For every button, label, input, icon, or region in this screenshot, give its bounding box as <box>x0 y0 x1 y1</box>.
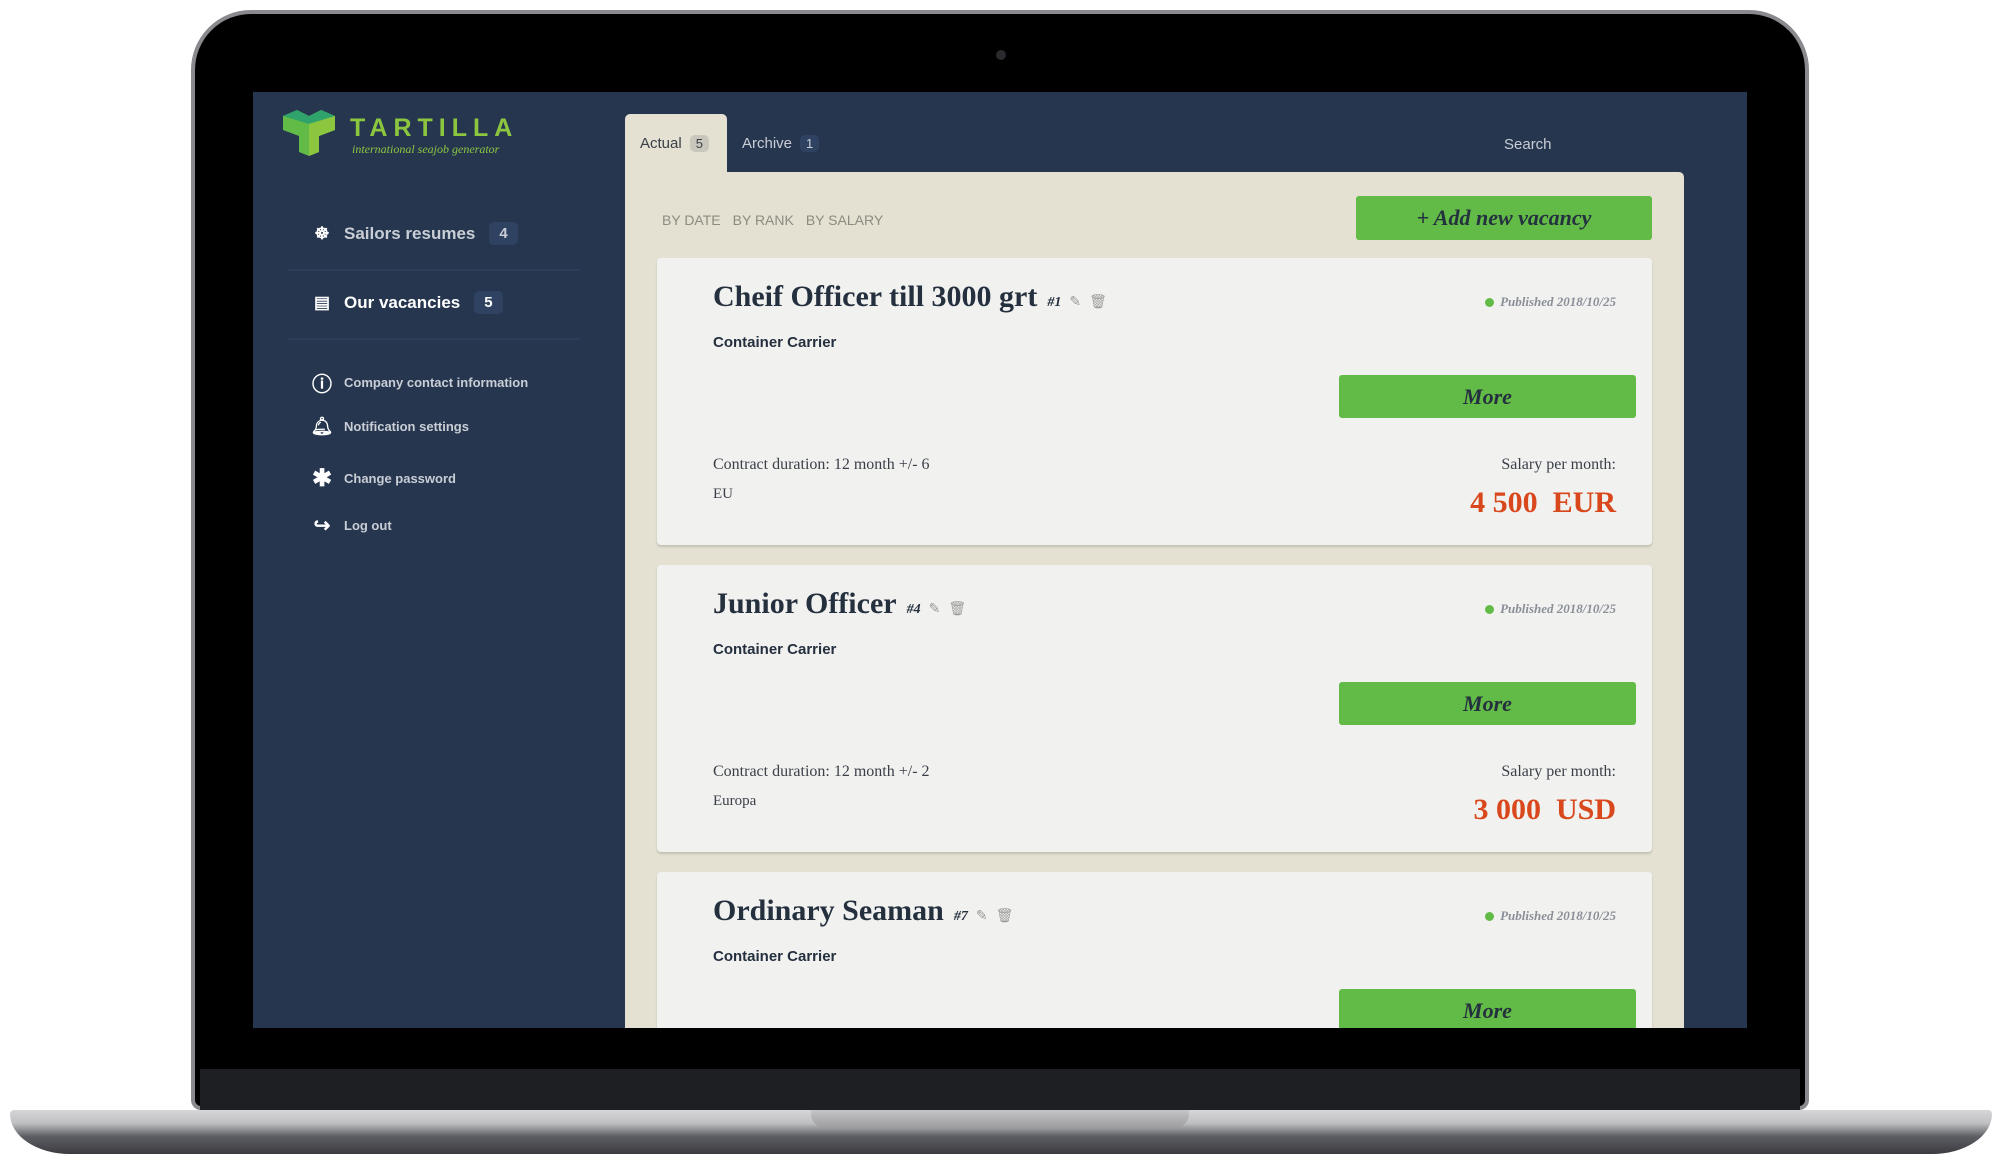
sidebar-item-label: Company contact information <box>344 375 529 390</box>
edit-icon[interactable]: ✎ <box>1069 294 1081 311</box>
asterisk-icon: ✱ <box>311 465 333 492</box>
vacancies-panel: BY DATE BY RANK BY SALARY + Add new vacanc… <box>625 172 1684 1028</box>
edit-icon[interactable]: ✎ <box>929 601 941 618</box>
sidebar-item-label: Change password <box>344 471 456 486</box>
vacancy-id: #4 <box>906 602 921 617</box>
count-badge: 5 <box>474 291 503 314</box>
vacancy-card: Junior Officer #4 ✎ 🗑︎ Published 2018/10/25… <box>657 565 1652 852</box>
brand-name: TARTILLA <box>350 114 519 142</box>
tab-actual[interactable]: Actual 5 <box>625 114 727 172</box>
vacancy-title[interactable]: Junior Officer <box>713 587 897 621</box>
trash-icon[interactable]: 🗑︎ <box>996 908 1014 925</box>
divider <box>287 338 580 340</box>
salary-label: Salary per month: <box>1501 456 1616 473</box>
contract-duration: Contract duration: 12 month +/- 2 <box>713 763 930 780</box>
edit-icon[interactable]: ✎ <box>976 908 988 925</box>
tab-archive[interactable]: Archive 1 <box>727 114 834 172</box>
trash-icon[interactable]: 🗑︎ <box>1089 294 1107 311</box>
status-dot <box>1485 604 1495 614</box>
search-input[interactable]: Search <box>1504 136 1552 153</box>
logout-icon: ↪ <box>313 515 331 537</box>
contract-duration: Contract duration: 12 month +/- 6 <box>713 456 930 473</box>
more-button[interactable]: More <box>1339 375 1636 418</box>
vacancy-id: #7 <box>953 909 968 924</box>
region: Europa <box>713 793 757 809</box>
sidebar-item-label: Sailors resumes <box>344 223 476 243</box>
vessel-type: Container Carrier <box>713 334 837 351</box>
count-badge: 1 <box>800 134 820 152</box>
laptop-chin <box>200 1069 1800 1110</box>
trash-icon[interactable]: 🗑︎ <box>948 601 966 618</box>
sidebar-item-change-password[interactable]: ✱ Change password <box>310 464 456 493</box>
sidebar-item-company-contact[interactable]: ⓘ Company contact information <box>310 368 528 397</box>
vacancy-title[interactable]: Ordinary Seaman <box>713 894 944 928</box>
sidebar-item-log-out[interactable]: ↪ Log out <box>310 513 392 538</box>
info-icon: ⓘ <box>312 374 332 396</box>
vessel-type: Container Carrier <box>713 641 837 658</box>
count-badge: 5 <box>689 134 709 152</box>
sidebar-item-notification-settings[interactable]: 🔔︎ Notification settings <box>310 416 469 437</box>
status-dot <box>1485 911 1495 921</box>
logo-icon <box>283 110 335 156</box>
vacancy-card: Cheif Officer till 3000 grt #1 ✎ 🗑︎ Publish… <box>657 258 1652 545</box>
more-button[interactable]: More <box>1339 682 1636 725</box>
sidebar-item-label: Log out <box>344 518 392 533</box>
sidebar-item-our-vacancies[interactable]: ▤ Our vacancies 5 <box>310 291 503 314</box>
sort-options: BY DATE BY RANK BY SALARY <box>662 212 895 228</box>
published-date: Published 2018/10/25 <box>1500 294 1616 309</box>
sort-by-date[interactable]: BY DATE <box>662 212 721 228</box>
published-date: Published 2018/10/25 <box>1500 908 1616 923</box>
count-badge: 4 <box>489 222 518 245</box>
ship-wheel-icon: ☸ <box>314 223 330 243</box>
bell-icon: 🔔︎ <box>310 416 334 436</box>
vacancy-id: #1 <box>1047 295 1062 310</box>
status-dot <box>1485 297 1495 307</box>
laptop-notch <box>811 1110 1189 1128</box>
divider <box>287 269 580 271</box>
add-vacancy-button[interactable]: + Add new vacancy <box>1356 196 1652 240</box>
camera <box>996 50 1006 60</box>
salary-amount: 4 500 EUR <box>1470 486 1616 519</box>
document-icon: ▤ <box>313 292 331 312</box>
published-date: Published 2018/10/25 <box>1500 601 1616 616</box>
sidebar-item-label: Notification settings <box>344 419 469 434</box>
sort-by-salary[interactable]: BY SALARY <box>806 212 883 228</box>
vessel-type: Container Carrier <box>713 948 837 965</box>
sidebar-item-sailors-resumes[interactable]: ☸ Sailors resumes 4 <box>310 222 518 245</box>
app-screen: TARTILLA international seajob generator … <box>253 92 1747 1028</box>
more-button[interactable]: More <box>1339 989 1636 1028</box>
sidebar-item-label: Our vacancies <box>344 292 461 312</box>
tab-label: Archive <box>742 134 793 152</box>
region: EU <box>713 486 733 502</box>
salary-amount: 3 000 USD <box>1473 793 1616 826</box>
vacancy-card: Ordinary Seaman #7 ✎ 🗑︎ Published 2018/10/2… <box>657 872 1652 1028</box>
salary-label: Salary per month: <box>1501 763 1616 780</box>
brand-tagline: international seajob generator <box>352 142 500 156</box>
vacancy-title[interactable]: Cheif Officer till 3000 grt <box>713 280 1037 314</box>
tab-label: Actual <box>640 134 682 152</box>
sort-by-rank[interactable]: BY RANK <box>733 212 794 228</box>
